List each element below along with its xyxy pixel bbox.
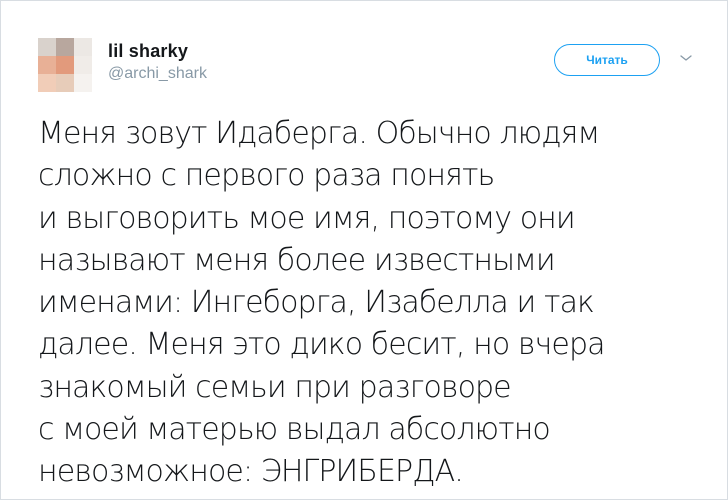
avatar-pixel: [38, 74, 56, 92]
tweet-text-line: невозможное: ЭНГРИБЕРДА.: [38, 454, 464, 490]
tweet-text-line: и выговорить мое имя, поэтому они: [38, 200, 576, 236]
avatar-pixel: [74, 38, 92, 56]
user-handle[interactable]: @archi_shark: [108, 65, 207, 83]
avatar-pixel: [38, 56, 56, 74]
tweet-text-line: называют меня более известными: [38, 242, 556, 278]
chevron-down-icon[interactable]: [679, 53, 693, 63]
user-display-name[interactable]: lil sharky: [108, 41, 188, 62]
tweet-text-line: Меня зовут Идаберга. Обычно людям: [38, 116, 600, 151]
avatar-pixel: [38, 38, 56, 56]
avatar-pixel: [74, 74, 92, 92]
avatar-pixel: [56, 56, 74, 74]
tweet-card: lil sharky @archi_shark Читать Меня зову…: [0, 0, 728, 500]
user-avatar[interactable]: [38, 38, 92, 92]
tweet-text-line: именами: Ингеборга, Изабелла и так: [38, 285, 595, 321]
avatar-pixel: [56, 38, 74, 56]
avatar-pixel: [56, 74, 74, 92]
tweet-text-line: сложно с первого раза понять: [38, 158, 495, 194]
follow-button[interactable]: Читать: [554, 44, 660, 76]
avatar-pixel: [74, 56, 92, 74]
tweet-text-line: далее. Меня это дико бесит, но вчера: [38, 327, 606, 363]
tweet-text: Меня зовут Идаберга. Обычно людям сложно …: [38, 113, 698, 494]
tweet-text-line: с моей матерью выдал абсолютно: [38, 412, 551, 448]
tweet-text-line: знакомый семьи при разговоре: [38, 369, 512, 405]
